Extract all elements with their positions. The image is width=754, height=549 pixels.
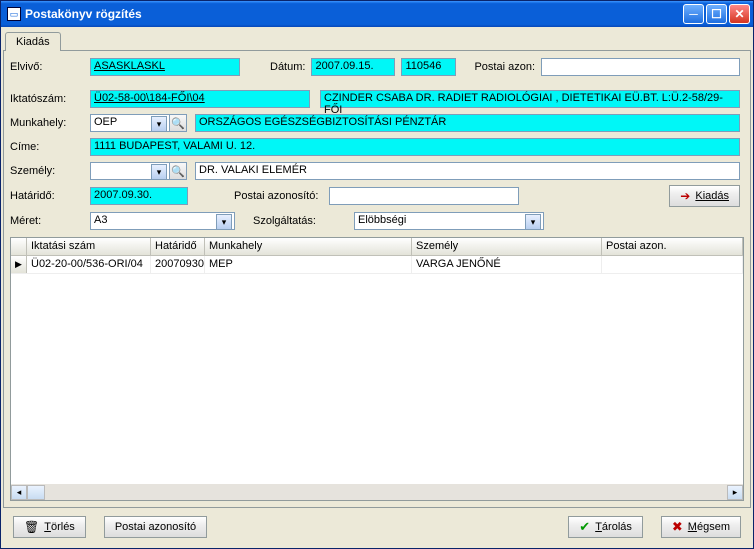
postai-azonosito-button[interactable]: Postai azonosító [104, 516, 207, 538]
cell-hatarido: 20070930 [151, 256, 205, 273]
col-szemely[interactable]: Személy [412, 238, 602, 255]
lookup-szemely-button[interactable]: 🔍 [169, 162, 187, 180]
grid-header-stub [11, 238, 27, 255]
col-munkahely[interactable]: Munkahely [205, 238, 412, 255]
window-buttons: ─ ☐ ✕ [683, 4, 750, 24]
field-datum[interactable]: 2007.09.15. [311, 58, 395, 76]
maximize-button[interactable]: ☐ [706, 4, 727, 24]
minimize-button[interactable]: ─ [683, 4, 704, 24]
lookup-munkahely-button[interactable]: 🔍 [169, 114, 187, 132]
label-postai-azonosito: Postai azonosító: [234, 190, 329, 202]
grid-empty-area [11, 274, 743, 484]
check-icon: ✔ [579, 519, 590, 535]
label-postai-azon: Postai azon: [474, 61, 535, 73]
megsem-button[interactable]: ✖ Mégsem [661, 516, 741, 538]
x-icon: ✖ [672, 519, 683, 535]
label-hatarido: Határidő: [10, 190, 90, 202]
field-iktato-desc: CZINDER CSABA DR. RADIET RADIOLÓGIAI , D… [320, 90, 740, 108]
results-grid: Iktatási szám Határidő Munkahely Személy… [10, 237, 744, 501]
field-munkahely[interactable]: OEP [90, 114, 170, 132]
footer: 🗑 Törlés Postai azonosító ✔ Tárolás ✖ Mé… [3, 508, 751, 546]
torles-button[interactable]: 🗑 Törlés [13, 516, 86, 538]
trash-icon: 🗑 [24, 520, 39, 534]
tarolas-button[interactable]: ✔ Tárolás [568, 516, 643, 538]
cell-postai [602, 256, 743, 273]
label-szemely: Személy: [10, 165, 90, 177]
field-meret[interactable]: A3 [90, 212, 235, 230]
grid-header: Iktatási szám Határidő Munkahely Személy… [11, 238, 743, 256]
label-elvivo: Elvivő: [10, 61, 90, 73]
postai-azonosito-button-label: Postai azonosító [115, 521, 196, 533]
field-szolgaltatas[interactable]: Elöbbségi [354, 212, 544, 230]
client-area: Kiadás Elvivő: ASASKLASKL Dátum: 2007.09… [1, 27, 753, 548]
field-iktatoszam[interactable]: Ü02-58-00\184-FŐI\04 [90, 90, 310, 108]
scroll-right-icon[interactable]: ▸ [727, 485, 743, 500]
megsem-button-label: Mégsem [688, 521, 730, 533]
row-indicator-icon: ▶ [11, 256, 27, 273]
field-postai-azon[interactable] [541, 58, 740, 76]
col-postai[interactable]: Postai azon. [602, 238, 743, 255]
tarolas-button-label: Tárolás [595, 521, 632, 533]
label-munkahely: Munkahely: [10, 117, 90, 129]
torles-button-label: Törlés [44, 521, 75, 533]
field-postai-azonosito[interactable] [329, 187, 519, 205]
label-iktatoszam: Iktatószám: [10, 93, 90, 105]
field-ido[interactable]: 110546 [401, 58, 456, 76]
cell-munkahely: MEP [205, 256, 412, 273]
label-datum: Dátum: [270, 61, 305, 73]
tabs: Kiadás [3, 29, 751, 51]
horizontal-scrollbar[interactable]: ◂ ▸ [11, 484, 743, 500]
kiadas-button[interactable]: ➔ Kiadás [669, 185, 740, 207]
tab-kiadas[interactable]: Kiadás [5, 32, 61, 51]
col-hatarido[interactable]: Határidő [151, 238, 205, 255]
field-munkahely-desc: ORSZÁGOS EGÉSZSÉGBIZTOSÍTÁSI PÉNZTÁR [195, 114, 740, 132]
form-panel: Elvivő: ASASKLASKL Dátum: 2007.09.15. 11… [3, 50, 751, 508]
scroll-left-icon[interactable]: ◂ [11, 485, 27, 500]
field-szemely-code[interactable] [90, 162, 170, 180]
cell-szemely: VARGA JENŐNÉ [412, 256, 602, 273]
titlebar: ▭ Postakönyv rögzítés ─ ☐ ✕ [1, 1, 753, 27]
table-row[interactable]: ▶ Ü02-20-00/536-ORI/04 20070930 MEP VARG… [11, 256, 743, 274]
app-window: ▭ Postakönyv rögzítés ─ ☐ ✕ Kiadás Elviv… [0, 0, 754, 549]
cell-iktatasi: Ü02-20-00/536-ORI/04 [27, 256, 151, 273]
label-cime: Címe: [10, 141, 90, 153]
magnifier-icon: 🔍 [171, 117, 185, 130]
field-cime[interactable]: 1111 BUDAPEST, VALAMI U. 12. [90, 138, 740, 156]
field-hatarido[interactable]: 2007.09.30. [90, 187, 188, 205]
window-title: Postakönyv rögzítés [25, 7, 683, 21]
form-icon: ▭ [7, 7, 21, 21]
arrow-right-icon: ➔ [680, 189, 690, 203]
magnifier-icon: 🔍 [171, 165, 185, 178]
field-elvivo[interactable]: ASASKLASKL [90, 58, 240, 76]
kiadas-button-label: Kiadás [695, 190, 729, 202]
close-button[interactable]: ✕ [729, 4, 750, 24]
col-iktatasi[interactable]: Iktatási szám [27, 238, 151, 255]
field-szemely-name[interactable]: DR. VALAKI ELEMÉR [195, 162, 740, 180]
scroll-thumb[interactable] [27, 485, 45, 500]
label-meret: Méret: [10, 215, 90, 227]
label-szolgaltatas: Szolgáltatás: [253, 215, 348, 227]
